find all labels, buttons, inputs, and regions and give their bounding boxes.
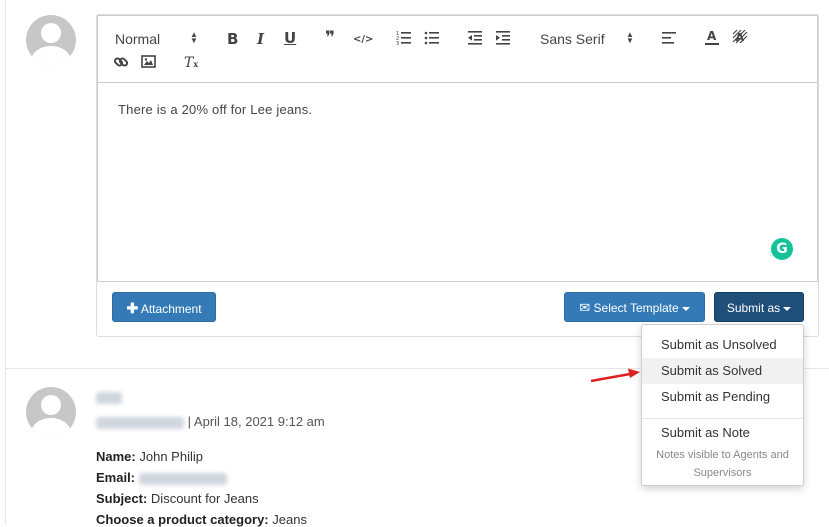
left-border [5, 0, 6, 525]
underline-button[interactable]: U [284, 29, 296, 47]
email-value-redacted [138, 472, 227, 485]
sender-name-redacted [96, 392, 122, 404]
field-label: Email: [96, 470, 136, 485]
menu-item-submit-solved[interactable]: Submit as Solved [642, 358, 803, 384]
menu-item-submit-unsolved[interactable]: Submit as Unsolved [642, 332, 803, 358]
attachment-label: Attachment [140, 302, 202, 316]
menu-item-submit-pending[interactable]: Submit as Pending [642, 384, 803, 410]
meta-separator: | [187, 414, 192, 429]
note-help-line: Supervisors [693, 467, 752, 479]
caret-down-icon [783, 306, 792, 311]
field-subject: Subject: Discount for Jeans [96, 491, 259, 506]
align-icon[interactable] [661, 31, 677, 45]
plus-icon: ✚ [126, 300, 139, 316]
submit-as-menu: Submit as Unsolved Submit as Solved Subm… [641, 324, 804, 486]
submit-as-button[interactable]: Submit as [714, 292, 804, 322]
clear-format-label: T [184, 55, 194, 71]
bold-button[interactable]: B [227, 30, 238, 48]
format-select-arrows-icon: ▲ ▼ [190, 30, 198, 45]
avatar [26, 15, 76, 65]
blockquote-button[interactable]: ❞ [325, 29, 335, 47]
message-meta: | April 18, 2021 9:12 am [96, 414, 325, 429]
grammarly-icon[interactable]: G [771, 238, 793, 260]
svg-text:3: 3 [396, 41, 399, 46]
ordered-list-icon[interactable]: 1 2 3 [396, 30, 412, 46]
avatar [26, 387, 76, 437]
field-label: Name: [96, 449, 136, 464]
submit-as-label: Submit as [726, 301, 781, 315]
editor-content[interactable]: There is a 20% off for Lee jeans. [118, 102, 312, 117]
sender-email-redacted [96, 416, 184, 429]
select-template-label: Select Template [593, 301, 679, 315]
field-label: Subject: [96, 491, 148, 506]
attachment-button[interactable]: ✚ Attachment [112, 292, 216, 322]
field-name: Name: John Philip [96, 449, 203, 464]
menu-item-submit-note[interactable]: Submit as Note [642, 420, 803, 446]
bullet-list-icon[interactable] [424, 30, 440, 46]
rich-text-editor: Normal ▲ ▼ B I U ❞ </> 1 2 3 Sans Serif … [97, 15, 818, 282]
link-icon[interactable] [113, 54, 129, 70]
message-date: April 18, 2021 9:12 am [193, 414, 325, 429]
note-help-line: Notes visible to Agents and [656, 449, 789, 461]
field-email: Email: [96, 470, 227, 485]
field-value: Discount for Jeans [150, 491, 259, 506]
image-icon[interactable] [141, 55, 157, 69]
outdent-icon[interactable] [467, 30, 483, 46]
envelope-icon: ✉ [579, 300, 591, 315]
svg-text:A: A [736, 31, 745, 44]
text-color-icon[interactable]: A [704, 29, 720, 47]
background-color-icon[interactable]: A [732, 29, 748, 47]
note-help-text: Notes visible to Agents and Supervisors [642, 446, 803, 482]
svg-text:A: A [707, 29, 717, 43]
indent-icon[interactable] [495, 30, 511, 46]
caret-down-icon [681, 306, 690, 311]
field-value: John Philip [139, 449, 203, 464]
select-template-button[interactable]: ✉ Select Template [564, 292, 705, 322]
code-block-button[interactable]: </> [353, 31, 373, 49]
red-arrow-icon [590, 368, 640, 383]
font-select-arrows-icon: ▲ ▼ [626, 30, 634, 45]
reply-panel: Normal ▲ ▼ B I U ❞ </> 1 2 3 Sans Serif … [96, 14, 819, 337]
menu-divider [642, 418, 803, 419]
editor-toolbar: Normal ▲ ▼ B I U ❞ </> 1 2 3 Sans Serif … [98, 16, 817, 83]
italic-button[interactable]: I [257, 30, 264, 48]
clear-format-button[interactable]: Tx [184, 54, 198, 73]
format-select[interactable]: Normal [115, 30, 160, 48]
font-select[interactable]: Sans Serif [540, 30, 605, 48]
